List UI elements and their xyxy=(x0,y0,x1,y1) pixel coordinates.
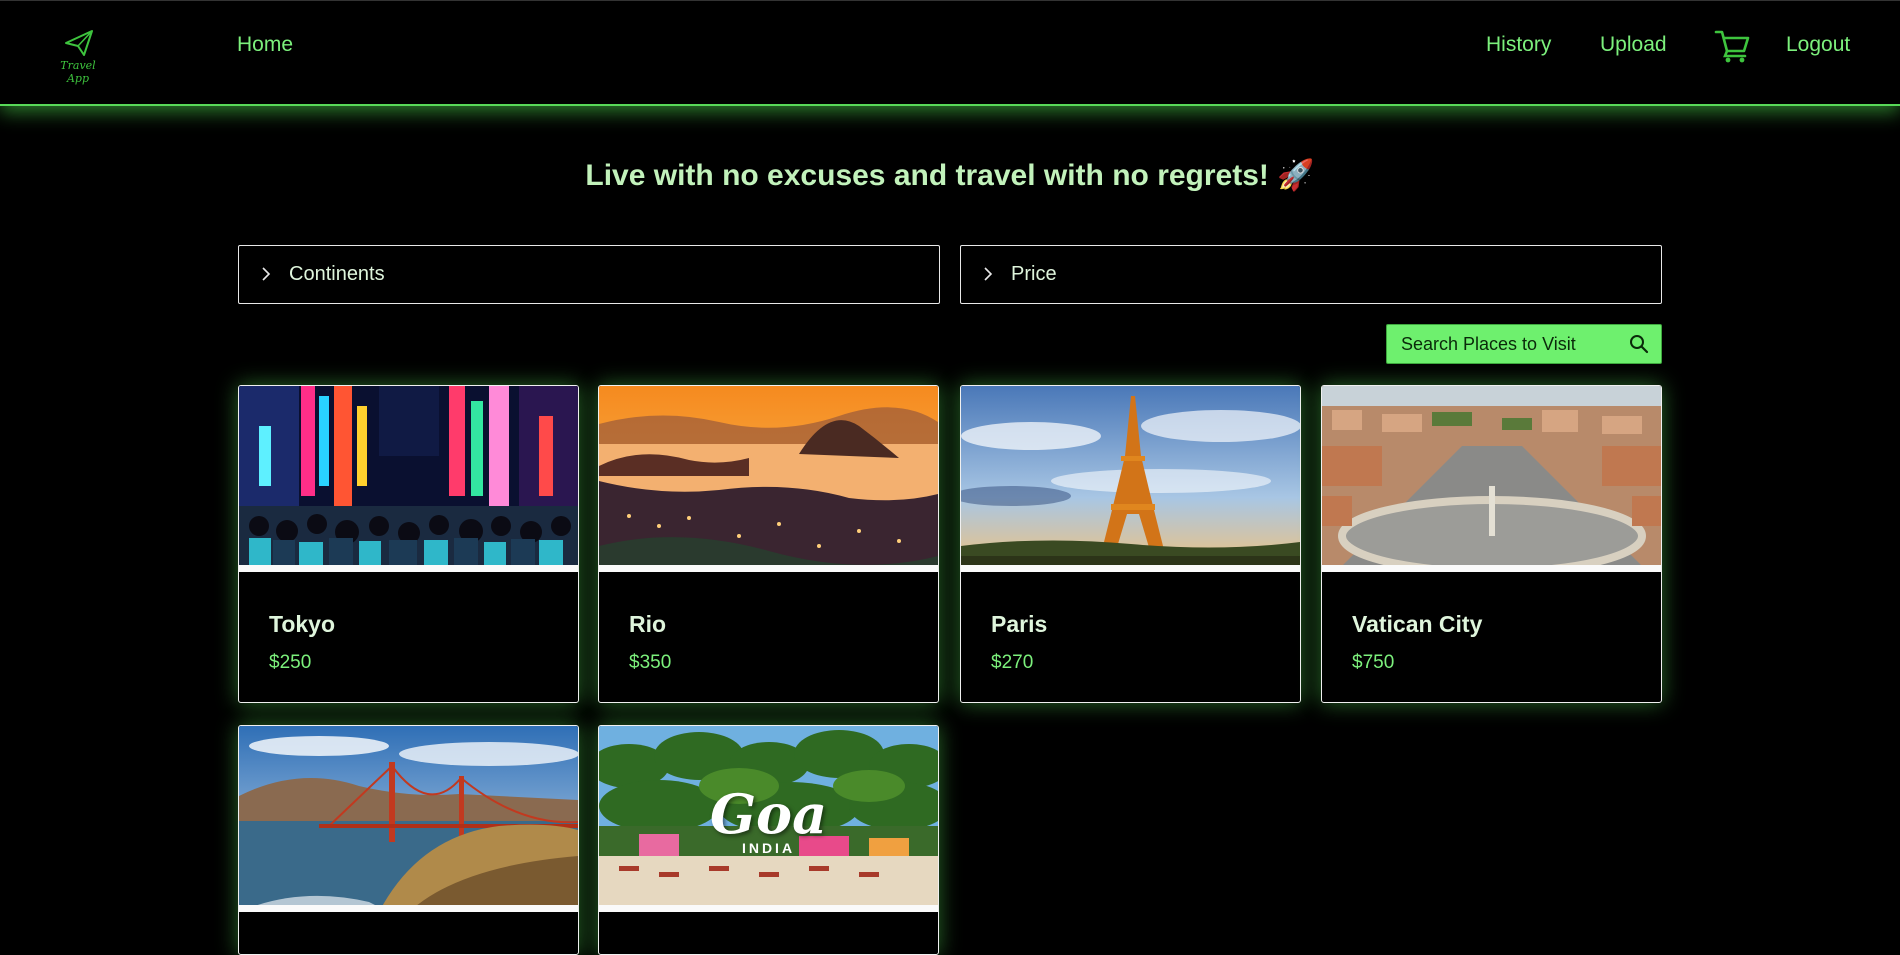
place-card-tokyo[interactable]: Tokyo $250 xyxy=(238,385,579,703)
chevron-right-icon xyxy=(262,267,271,281)
search-box[interactable] xyxy=(1386,324,1662,364)
app-logo[interactable]: Travel App xyxy=(50,29,106,85)
place-image-paris xyxy=(961,386,1300,572)
search-input[interactable] xyxy=(1401,325,1621,363)
place-card-paris[interactable]: Paris $270 xyxy=(960,385,1301,703)
place-image-rio xyxy=(599,386,938,572)
place-name: Paris xyxy=(991,611,1048,637)
place-name: Rio xyxy=(629,611,667,637)
place-card-rio[interactable]: Rio $350 xyxy=(598,385,939,703)
paper-plane-icon xyxy=(65,30,93,56)
place-name: Vatican City xyxy=(1352,611,1483,637)
place-card-goa[interactable]: Goa INDIA xyxy=(598,725,939,955)
place-price: $750 xyxy=(1352,652,1395,673)
nav-home-link[interactable]: Home xyxy=(237,33,293,57)
place-card-vatican-city[interactable]: Vatican City $750 xyxy=(1321,385,1662,703)
place-name: Tokyo xyxy=(269,611,336,637)
continents-filter-collapse[interactable]: Continents xyxy=(238,245,940,304)
price-filter-label: Price xyxy=(1011,263,1057,285)
place-price: $250 xyxy=(269,652,312,673)
top-navbar: Travel App Home History Upload Logout xyxy=(0,0,1900,106)
continents-filter-label: Continents xyxy=(289,263,385,285)
place-image-golden-gate xyxy=(239,726,578,912)
nav-logout-link[interactable]: Logout xyxy=(1786,33,1850,57)
place-price: $350 xyxy=(629,652,672,673)
place-card-golden-gate[interactable] xyxy=(238,725,579,955)
nav-history-link[interactable]: History xyxy=(1486,33,1551,57)
page-tagline: Live with no excuses and travel with no … xyxy=(585,159,1315,192)
place-price: $270 xyxy=(991,652,1034,673)
place-image-vatican-city xyxy=(1322,386,1661,572)
goa-overlay-subtitle: INDIA xyxy=(741,840,796,856)
goa-overlay-title: Goa xyxy=(709,782,828,846)
nav-upload-link[interactable]: Upload xyxy=(1600,33,1667,57)
chevron-right-icon xyxy=(984,267,993,281)
place-image-goa: Goa INDIA xyxy=(599,726,938,912)
cart-icon[interactable] xyxy=(1714,29,1750,63)
search-icon[interactable] xyxy=(1629,334,1649,354)
logo-text: Travel App xyxy=(60,59,96,85)
place-image-tokyo xyxy=(239,386,578,572)
price-filter-collapse[interactable]: Price xyxy=(960,245,1662,304)
